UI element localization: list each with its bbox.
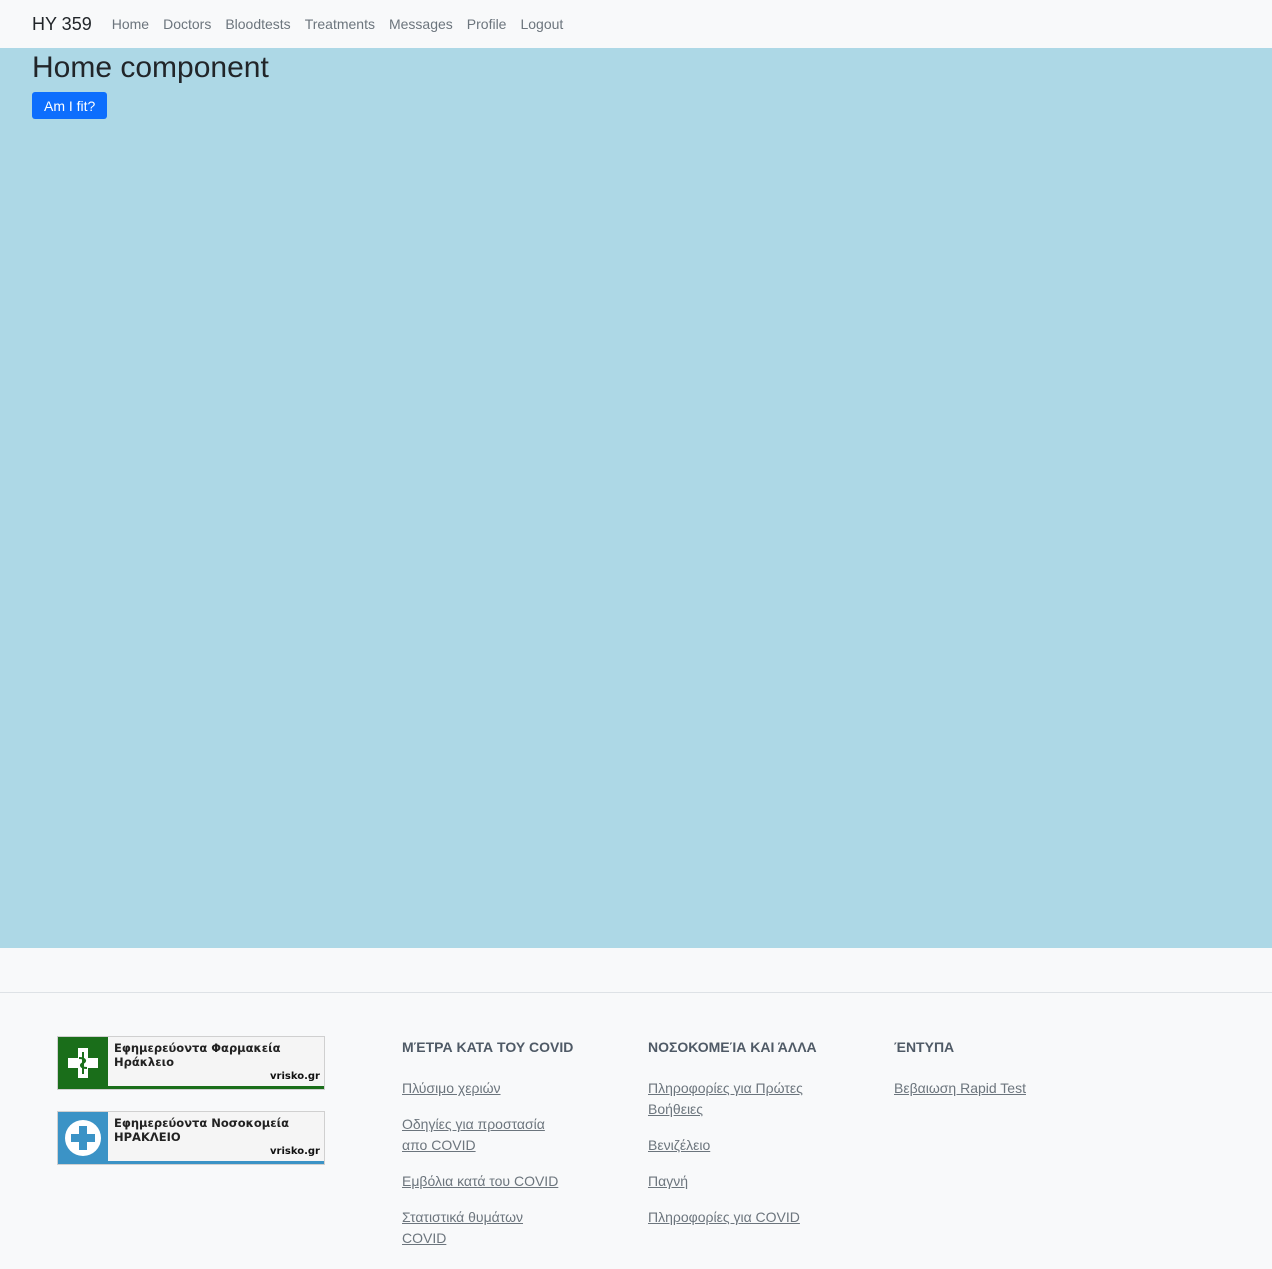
pharmacy-cross-icon	[58, 1037, 108, 1089]
nav-logout[interactable]: Logout	[520, 16, 563, 32]
pharmacy-widget[interactable]: Εφημερεύοντα Φαρμακεία Ηράκλειο vrisko.g…	[57, 1036, 325, 1090]
widget-bar	[108, 1086, 324, 1089]
footer-link-handwashing[interactable]: Πλύσιμο χεριών	[402, 1078, 602, 1099]
footer-link-covid-protection[interactable]: Οδηγίες για προστασία απο COVID	[402, 1114, 562, 1156]
vrisko-logo: vrisko.gr	[270, 1146, 320, 1157]
widget-bar	[108, 1161, 324, 1164]
navbar: HY 359 Home Doctors Bloodtests Treatment…	[0, 0, 1272, 48]
footer-column-forms: ΈΝΤΥΠΑ Βεβαιωση Rapid Test	[894, 1036, 1094, 1114]
footer-column-covid-measures: ΜΈΤΡΑ ΚΑΤΑ ΤΟΥ COVID Πλύσιμο χεριών Οδηγ…	[402, 1036, 602, 1264]
nav-profile[interactable]: Profile	[467, 16, 507, 32]
footer-heading: ΜΈΤΡΑ ΚΑΤΑ ΤΟΥ COVID	[402, 1039, 574, 1055]
footer-link-venizeleio[interactable]: Βενιζέλειο	[648, 1135, 848, 1156]
hospital-widget-line1: Εφημερεύοντα Νοσοκομεία	[114, 1116, 289, 1130]
footer-heading: ΝΟΣΟΚΟΜΕΊΑ ΚΑΙ ΆΛΛΑ	[648, 1039, 817, 1055]
nav-messages[interactable]: Messages	[389, 16, 453, 32]
main-content: Home component Am I fit?	[0, 48, 1272, 948]
footer-link-covid-info[interactable]: Πληροφορίες για COVID	[648, 1207, 848, 1228]
vrisko-logo: vrisko.gr	[270, 1071, 320, 1082]
hospital-widget-line2: ΗΡΑΚΛΕΙΟ	[114, 1130, 181, 1144]
footer-link-pagni[interactable]: Παγνή	[648, 1171, 848, 1192]
footer-link-covid-vaccines[interactable]: Εμβόλια κατά του COVID	[402, 1171, 602, 1192]
nav-doctors[interactable]: Doctors	[163, 16, 211, 32]
pharmacy-widget-line2: Ηράκλειο	[114, 1055, 174, 1069]
brand-link[interactable]: HY 359	[32, 14, 92, 35]
hospital-cross-icon	[58, 1112, 108, 1164]
footer-link-rapid-test[interactable]: Βεβαιωση Rapid Test	[894, 1078, 1094, 1099]
hospital-widget[interactable]: Εφημερεύοντα Νοσοκομεία ΗΡΑΚΛΕΙΟ vrisko.…	[57, 1111, 325, 1165]
pharmacy-widget-line1: Εφημερεύοντα Φαρμακεία	[114, 1041, 281, 1055]
footer-divider	[0, 992, 1272, 993]
footer-column-hospitals: ΝΟΣΟΚΟΜΕΊΑ ΚΑΙ ΆΛΛΑ Πληροφορίες για Πρώτ…	[648, 1036, 848, 1243]
footer-link-first-aid[interactable]: Πληροφορίες για Πρώτες Βοήθειες	[648, 1078, 823, 1120]
am-i-fit-button[interactable]: Am I fit?	[32, 92, 108, 119]
footer-heading: ΈΝΤΥΠΑ	[894, 1039, 955, 1055]
footer-link-covid-statistics[interactable]: Στατιστικά θυμάτων COVID	[402, 1207, 552, 1249]
page-title: Home component	[32, 51, 269, 84]
nav-home[interactable]: Home	[112, 16, 149, 32]
nav-bloodtests[interactable]: Bloodtests	[225, 16, 290, 32]
nav-treatments[interactable]: Treatments	[305, 16, 375, 32]
